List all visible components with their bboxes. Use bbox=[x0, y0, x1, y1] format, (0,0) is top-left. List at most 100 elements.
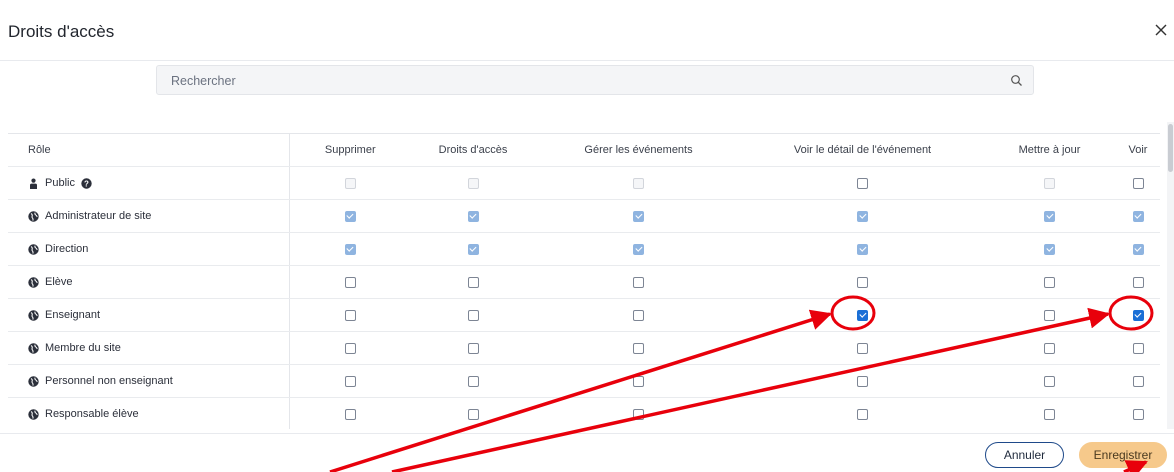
checkbox-voir-detail[interactable] bbox=[857, 243, 868, 255]
table-row: Administrateur de site bbox=[8, 199, 1160, 233]
permission-cell bbox=[288, 397, 411, 429]
permission-cell bbox=[983, 364, 1116, 398]
checkbox-mettre-a-jour[interactable] bbox=[1044, 408, 1055, 420]
save-button[interactable]: Enregistrer bbox=[1079, 442, 1167, 468]
checkbox-voir-detail[interactable] bbox=[857, 309, 868, 321]
checkbox-gerer-evenements[interactable] bbox=[633, 309, 644, 321]
checkbox-supprimer[interactable] bbox=[344, 375, 356, 387]
role-cell: Elève bbox=[8, 265, 289, 299]
permission-cell bbox=[983, 298, 1116, 332]
checkbox-supprimer[interactable] bbox=[344, 408, 356, 420]
permission-cell bbox=[411, 364, 535, 398]
permission-cell bbox=[742, 298, 983, 332]
checkbox-voir-detail[interactable] bbox=[857, 408, 868, 420]
checkbox-voir-detail[interactable] bbox=[857, 375, 868, 387]
checkbox-gerer-evenements[interactable] bbox=[633, 342, 644, 354]
search-input[interactable] bbox=[169, 70, 993, 92]
role-cell: Membre du site bbox=[8, 331, 289, 365]
cancel-button[interactable]: Annuler bbox=[985, 442, 1064, 468]
checkbox-supprimer[interactable] bbox=[344, 210, 356, 222]
permission-cell bbox=[411, 166, 535, 200]
role-label-group: Direction bbox=[28, 243, 289, 255]
checkbox-droits-acces[interactable] bbox=[467, 375, 479, 387]
checkbox-voir-detail[interactable] bbox=[857, 177, 868, 189]
checkbox-gerer-evenements[interactable] bbox=[633, 408, 644, 420]
checkbox-voir[interactable] bbox=[1132, 309, 1144, 321]
checkbox-mettre-a-jour[interactable] bbox=[1044, 375, 1055, 387]
permission-cell bbox=[983, 232, 1116, 266]
scrollbar-thumb[interactable] bbox=[1168, 124, 1173, 172]
role-cell: Administrateur de site bbox=[8, 199, 289, 233]
checkbox-supprimer[interactable] bbox=[344, 276, 356, 288]
checkbox-droits-acces[interactable] bbox=[467, 342, 479, 354]
checkbox-voir[interactable] bbox=[1132, 243, 1144, 255]
checkbox-voir-detail[interactable] bbox=[857, 342, 868, 354]
checkbox-voir[interactable] bbox=[1132, 342, 1144, 354]
checkbox-voir[interactable] bbox=[1132, 375, 1144, 387]
permission-cell bbox=[742, 232, 983, 266]
checkbox-voir[interactable] bbox=[1132, 408, 1144, 420]
header-droits-acces: Droits d'accès bbox=[411, 134, 535, 167]
role-name: Elève bbox=[45, 276, 73, 288]
checkbox-droits-acces[interactable] bbox=[467, 408, 479, 420]
search-icon[interactable] bbox=[1010, 74, 1023, 87]
checkbox-gerer-evenements[interactable] bbox=[633, 276, 644, 288]
checkbox-supprimer[interactable] bbox=[344, 309, 356, 321]
checkbox-gerer-evenements bbox=[633, 177, 644, 189]
permission-cell bbox=[1116, 397, 1160, 429]
permission-cell bbox=[983, 265, 1116, 299]
table-header-row: Rôle Supprimer Droits d'accès Gérer les … bbox=[8, 134, 1160, 167]
permission-cell bbox=[742, 265, 983, 299]
dialog-title: Droits d'accès bbox=[8, 22, 115, 41]
checkbox-voir-detail[interactable] bbox=[857, 210, 868, 222]
permission-cell bbox=[288, 199, 411, 233]
table-row: Elève bbox=[8, 265, 1160, 299]
checkbox-mettre-a-jour[interactable] bbox=[1044, 276, 1055, 288]
header-mettre-a-jour: Mettre à jour bbox=[983, 134, 1116, 167]
checkbox-voir-detail[interactable] bbox=[857, 276, 868, 288]
checkbox-supprimer[interactable] bbox=[344, 243, 356, 255]
role-cell: Enseignant bbox=[8, 298, 289, 332]
role-name: Public bbox=[45, 177, 75, 189]
checkbox-gerer-evenements[interactable] bbox=[633, 210, 644, 222]
checkbox-gerer-evenements[interactable] bbox=[633, 243, 644, 255]
permission-cell bbox=[1116, 364, 1160, 398]
checkbox-mettre-a-jour[interactable] bbox=[1044, 309, 1055, 321]
role-name: Membre du site bbox=[45, 342, 121, 354]
checkbox-droits-acces[interactable] bbox=[467, 309, 479, 321]
checkbox-voir[interactable] bbox=[1132, 177, 1144, 189]
permission-cell bbox=[1116, 265, 1160, 299]
checkbox-mettre-a-jour[interactable] bbox=[1044, 243, 1055, 255]
role-name: Administrateur de site bbox=[45, 210, 152, 222]
permission-cell bbox=[983, 166, 1116, 200]
checkbox-voir[interactable] bbox=[1132, 210, 1144, 222]
checkbox-droits-acces[interactable] bbox=[467, 210, 479, 222]
footer-divider bbox=[0, 433, 1174, 434]
role-cell: Responsable élève bbox=[8, 397, 289, 429]
role-name: Enseignant bbox=[45, 309, 101, 321]
checkbox-droits-acces[interactable] bbox=[467, 243, 479, 255]
close-icon[interactable] bbox=[1151, 20, 1171, 40]
permission-cell bbox=[411, 265, 535, 299]
checkbox-mettre-a-jour[interactable] bbox=[1044, 210, 1055, 222]
checkbox-gerer-evenements[interactable] bbox=[633, 375, 644, 387]
search-box bbox=[156, 65, 1034, 95]
checkbox-droits-acces[interactable] bbox=[467, 276, 479, 288]
permission-cell bbox=[411, 397, 535, 429]
info-icon[interactable]: ? bbox=[81, 177, 92, 189]
permission-cell bbox=[288, 364, 411, 398]
checkbox-voir[interactable] bbox=[1132, 276, 1144, 288]
permission-cell bbox=[742, 166, 983, 200]
globe-icon bbox=[28, 375, 39, 387]
role-label-group: Responsable élève bbox=[28, 408, 289, 420]
permission-cell bbox=[411, 331, 535, 365]
permission-cell bbox=[1116, 331, 1160, 365]
role-label-group: Public? bbox=[28, 177, 289, 189]
permissions-table-container: Rôle Supprimer Droits d'accès Gérer les … bbox=[8, 133, 1160, 429]
checkbox-supprimer[interactable] bbox=[344, 342, 356, 354]
role-cell: Direction bbox=[8, 232, 289, 266]
permission-cell bbox=[1116, 199, 1160, 233]
permission-cell bbox=[742, 397, 983, 429]
checkbox-mettre-a-jour[interactable] bbox=[1044, 342, 1055, 354]
globe-icon bbox=[28, 243, 39, 255]
